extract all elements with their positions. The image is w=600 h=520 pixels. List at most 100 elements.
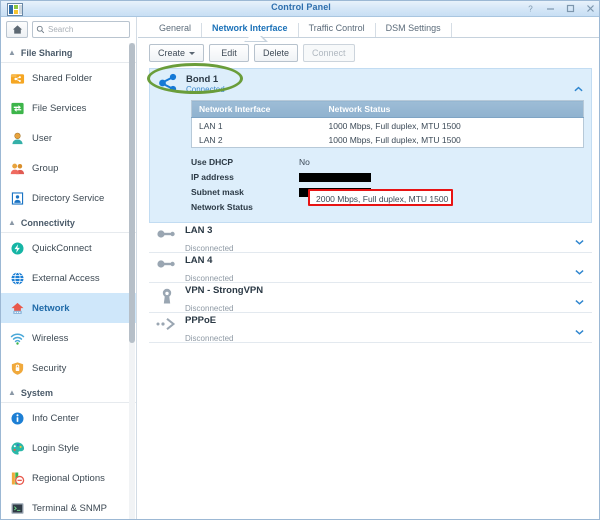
- interface-title: PPPoE: [185, 314, 217, 326]
- user-icon: [10, 131, 25, 146]
- sidebar-group-connectivity[interactable]: ▲ Connectivity: [1, 213, 136, 233]
- sidebar-item-file-services[interactable]: File Services: [1, 93, 136, 123]
- bond-title: Bond 1: [186, 74, 219, 85]
- sidebar-item-label: Group: [32, 162, 59, 174]
- interface-status: Disconnected: [185, 333, 234, 343]
- search-placeholder: Search: [48, 25, 74, 34]
- sidebar-group-label: System: [20, 387, 53, 398]
- close-button[interactable]: [585, 3, 596, 14]
- redaction-bar: [299, 172, 371, 182]
- chevron-up-icon: ▲: [8, 387, 16, 397]
- cell-interface: LAN 2: [199, 135, 223, 145]
- sidebar-group-label: File Sharing: [20, 47, 73, 58]
- detail-value: No: [299, 156, 310, 167]
- info-center-icon: [10, 411, 25, 426]
- sidebar-search-bar: Search: [1, 17, 136, 43]
- svg-text:?: ?: [528, 5, 533, 14]
- sidebar-group-system[interactable]: ▲ System: [1, 383, 136, 403]
- control-panel-window: Control Panel ? Search ▲ File Sharing Sh…: [0, 0, 600, 520]
- edit-button[interactable]: Edit: [209, 44, 250, 62]
- sidebar-item-quickconnect[interactable]: QuickConnect: [1, 233, 136, 263]
- cell-status: 1000 Mbps, Full duplex, MTU 1500: [328, 135, 461, 145]
- bond-share-icon: [156, 72, 186, 98]
- sidebar-scrollbar-thumb[interactable]: [129, 43, 135, 343]
- shared-folder-icon: [10, 71, 25, 86]
- main-content: General Network Interface Traffic Contro…: [138, 17, 599, 519]
- bond-card-header[interactable]: Bond 1 Connected: [150, 69, 591, 100]
- chevron-down-icon[interactable]: [575, 232, 584, 250]
- sidebar-item-label: Directory Service: [32, 192, 105, 204]
- interface-row-pppoe[interactable]: PPPoE Disconnected: [149, 313, 592, 343]
- interface-title: LAN 3: [185, 224, 213, 236]
- chevron-down-icon[interactable]: [575, 292, 584, 310]
- lan-icon: [155, 227, 185, 249]
- sidebar-item-login-style[interactable]: Login Style: [1, 433, 136, 463]
- file-services-icon: [10, 101, 25, 116]
- regional-options-icon: [10, 471, 25, 486]
- detail-row-use-dhcp: Use DHCP No: [191, 154, 591, 169]
- detail-row-ip-address: IP address: [191, 169, 591, 184]
- minimize-button[interactable]: [545, 3, 556, 14]
- interface-title: VPN - StrongVPN: [185, 284, 264, 296]
- sidebar-item-regional-options[interactable]: Regional Options: [1, 463, 136, 493]
- tab-dsm-settings[interactable]: DSM Settings: [376, 23, 452, 37]
- interface-row-lan3[interactable]: LAN 3 Disconnected: [149, 223, 592, 253]
- chevron-down-icon[interactable]: [575, 262, 584, 280]
- create-button-label: Create: [158, 48, 186, 58]
- interface-title: LAN 4: [185, 254, 213, 266]
- table-row[interactable]: LAN 2 1000 Mbps, Full duplex, MTU 1500: [192, 133, 584, 148]
- sidebar-item-directory-service[interactable]: Directory Service: [1, 183, 136, 213]
- network-icon: [10, 301, 25, 316]
- tab-general[interactable]: General: [149, 23, 203, 37]
- sidebar-item-shared-folder[interactable]: Shared Folder: [1, 63, 136, 93]
- login-style-icon: [10, 441, 25, 456]
- toolbar: Create Edit Delete Connect: [138, 38, 599, 68]
- column-header-network-interface: Network Interface: [191, 100, 322, 118]
- lan-icon: [155, 257, 185, 279]
- sidebar-item-label: File Services: [32, 102, 87, 114]
- chevron-down-icon[interactable]: [575, 322, 584, 340]
- sidebar-scroll-area: ▲ File Sharing Shared Folder File Servic…: [1, 43, 136, 519]
- sidebar-item-network[interactable]: Network: [1, 293, 136, 323]
- sidebar-group-label: Connectivity: [20, 217, 75, 228]
- table-row[interactable]: LAN 1 1000 Mbps, Full duplex, MTU 1500: [192, 118, 584, 134]
- bond-status: Connected: [186, 85, 225, 94]
- window-titlebar[interactable]: Control Panel ?: [1, 1, 599, 17]
- interface-row-vpn[interactable]: VPN - StrongVPN Disconnected: [149, 283, 592, 313]
- connect-button: Connect: [303, 44, 355, 62]
- sidebar-item-label: Regional Options: [32, 472, 105, 484]
- sidebar-item-user[interactable]: User: [1, 123, 136, 153]
- interface-row-lan4[interactable]: LAN 4 Disconnected: [149, 253, 592, 283]
- sidebar-item-group[interactable]: Group: [1, 153, 136, 183]
- sidebar-item-label: Network: [32, 302, 70, 314]
- sidebar-item-external-access[interactable]: External Access: [1, 263, 136, 293]
- detail-value-redacted: [299, 171, 371, 182]
- help-button[interactable]: ?: [525, 3, 536, 14]
- sidebar-item-security[interactable]: Security: [1, 353, 136, 383]
- maximize-button[interactable]: [565, 3, 576, 14]
- create-button[interactable]: Create: [149, 44, 205, 62]
- vpn-key-icon: [155, 287, 185, 309]
- sidebar-group-file-sharing[interactable]: ▲ File Sharing: [1, 43, 136, 63]
- cell-interface: LAN 1: [199, 121, 223, 131]
- sidebar-item-wireless[interactable]: Wireless: [1, 323, 136, 353]
- tab-network-interface[interactable]: Network Interface: [202, 23, 299, 42]
- search-input[interactable]: Search: [32, 21, 130, 38]
- sidebar-item-label: External Access: [32, 272, 100, 284]
- sidebar-item-label: Terminal & SNMP: [32, 502, 107, 514]
- detail-label: Subnet mask: [191, 186, 244, 197]
- tab-traffic-control[interactable]: Traffic Control: [299, 23, 376, 37]
- home-button[interactable]: [6, 21, 28, 38]
- window-title: Control Panel: [271, 2, 331, 12]
- delete-button[interactable]: Delete: [254, 44, 299, 62]
- chevron-up-icon[interactable]: [574, 79, 583, 97]
- sidebar-item-terminal-snmp[interactable]: Terminal & SNMP: [1, 493, 136, 519]
- external-access-icon: [10, 271, 25, 286]
- sidebar-item-label: Security: [32, 362, 67, 374]
- sidebar-item-info-center[interactable]: Info Center: [1, 403, 136, 433]
- chevron-down-icon: [189, 51, 196, 55]
- security-icon: [10, 361, 25, 376]
- chevron-up-icon: ▲: [8, 47, 16, 57]
- sidebar-item-label: QuickConnect: [32, 242, 92, 254]
- wireless-icon: [10, 331, 25, 346]
